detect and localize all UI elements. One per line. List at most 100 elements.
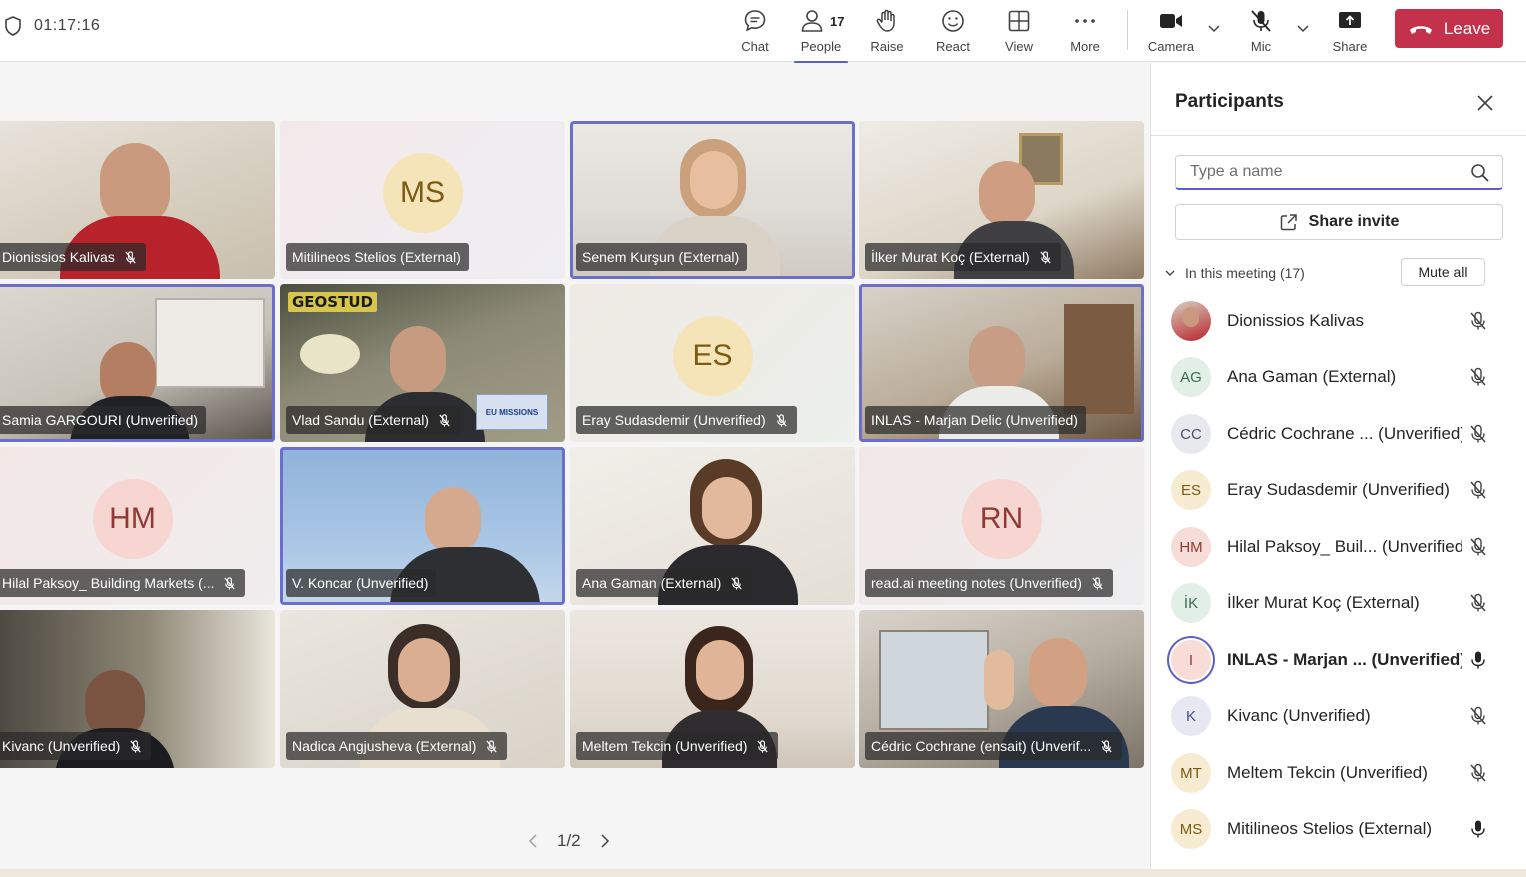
video-tile[interactable]: INLAS - Marjan Delic (Unverified) <box>859 284 1144 442</box>
video-tile[interactable]: Dionissios Kalivas <box>0 121 275 279</box>
participant-name: İlker Murat Koç (External) <box>1227 593 1420 612</box>
chat-button[interactable]: Chat <box>722 4 788 60</box>
raise-hand-button[interactable]: Raise <box>854 4 920 60</box>
chevron-down-icon <box>1165 270 1175 276</box>
participant-name-tag: Mitilineos Stelios (External) <box>286 243 469 271</box>
mic-off-icon[interactable] <box>1467 762 1489 784</box>
camera-options-chevron-icon[interactable] <box>1204 18 1224 38</box>
mic-off-icon[interactable] <box>1467 536 1489 558</box>
participant-row[interactable]: CC Cédric Cochrane ... (Unverified) <box>1171 409 1501 459</box>
participant-row[interactable]: ES Eray Sudasdemir (Unverified) <box>1171 465 1501 515</box>
mic-icon[interactable] <box>1467 818 1489 840</box>
avatar: HM <box>92 479 173 559</box>
participant-name: Dionissios Kalivas <box>1227 311 1364 330</box>
mic-off-icon[interactable] <box>1467 423 1489 445</box>
section-label: In this meeting (17) <box>1185 265 1305 281</box>
avatar: MS <box>1171 809 1211 849</box>
mic-off-icon[interactable] <box>1467 479 1489 501</box>
mic-off-icon[interactable] <box>1467 592 1489 614</box>
video-tile[interactable]: İlker Murat Koç (External) <box>859 121 1144 279</box>
video-tile[interactable]: Nadica Angjusheva (External) <box>280 610 565 768</box>
participant-row[interactable]: MT Meltem Tekcin (Unverified) <box>1171 748 1501 798</box>
participant-name-tag: INLAS - Marjan Delic (Unverified) <box>865 406 1086 434</box>
mic-button[interactable]: Mic <box>1228 4 1294 60</box>
close-icon[interactable] <box>1473 91 1497 115</box>
participant-row[interactable]: K Kivanc (Unverified) <box>1171 691 1501 741</box>
search-input[interactable] <box>1190 156 1470 187</box>
video-tile[interactable]: RN read.ai meeting notes (Unverified) <box>859 447 1144 605</box>
panel-divider <box>1151 135 1526 136</box>
react-button[interactable]: React <box>920 4 986 60</box>
mic-off-icon <box>775 413 787 427</box>
video-tile[interactable]: HM Hilal Paksoy_ Building Markets (... <box>0 447 275 605</box>
mic-off-icon[interactable] <box>1467 366 1489 388</box>
participant-name-tag: Eray Sudasdemir (Unverified) <box>576 406 797 434</box>
grid-pager: 1/2 <box>525 831 613 851</box>
tile-name: Kivanc (Unverified) <box>2 738 121 754</box>
mic-off-icon[interactable] <box>1467 705 1489 727</box>
mic-off-icon[interactable] <box>1467 310 1489 332</box>
participant-name-tag: V. Koncar (Unverified) <box>286 569 437 597</box>
mic-icon[interactable] <box>1467 649 1489 671</box>
avatar <box>1171 301 1211 341</box>
people-button[interactable]: 17 People <box>788 4 854 64</box>
participant-name-tag: Meltem Tekcin (Unverified) <box>576 732 779 760</box>
participant-name-tag: Ana Gaman (External) <box>576 569 753 597</box>
raise-hand-icon <box>876 9 895 32</box>
react-label: React <box>936 39 970 54</box>
meeting-toolbar: 01:17:16 Chat 17 People Raise React View… <box>0 0 1526 64</box>
participant-row[interactable]: HM Hilal Paksoy_ Buil... (Unverified) <box>1171 522 1501 572</box>
share-button[interactable]: Share <box>1317 4 1383 60</box>
view-button[interactable]: View <box>986 4 1052 60</box>
tile-name: Dionissios Kalivas <box>2 249 115 265</box>
tile-name: Cédric Cochrane (ensait) (Unverif... <box>871 738 1092 754</box>
participant-name-tag: Senem Kurşun (External) <box>576 243 748 271</box>
camera-button[interactable]: Camera <box>1138 4 1204 60</box>
participant-name: Kivanc (Unverified) <box>1227 706 1371 725</box>
video-tile[interactable]: Senem Kurşun (External) <box>570 121 855 279</box>
participant-row[interactable]: İK İlker Murat Koç (External) <box>1171 578 1501 628</box>
participant-row[interactable]: Dionissios Kalivas <box>1171 296 1501 346</box>
mic-off-icon <box>125 250 136 264</box>
participant-name-tag: Cédric Cochrane (ensait) (Unverif... <box>865 732 1123 760</box>
share-invite-label: Share invite <box>1308 213 1400 230</box>
mic-options-chevron-icon[interactable] <box>1293 18 1313 38</box>
video-tile[interactable]: ES Eray Sudasdemir (Unverified) <box>570 284 855 442</box>
video-tile[interactable]: Cédric Cochrane (ensait) (Unverif... <box>859 610 1144 768</box>
tile-name: read.ai meeting notes (Unverified) <box>871 575 1082 591</box>
chevron-right-icon[interactable] <box>595 832 613 850</box>
panel-title: Participants <box>1175 91 1284 112</box>
toolbar-divider <box>1127 10 1128 50</box>
participant-row[interactable]: MS Mitilineos Stelios (External) <box>1171 804 1501 854</box>
participant-row[interactable]: AG Ana Gaman (External) <box>1171 352 1501 402</box>
mic-off-icon <box>130 739 141 753</box>
meeting-timer-area: 01:17:16 <box>4 16 100 36</box>
share-invite-button[interactable]: Share invite <box>1175 204 1503 240</box>
participant-row[interactable]: I INLAS - Marjan ... (Unverified) <box>1171 635 1501 685</box>
tile-name: Mitilineos Stelios (External) <box>292 249 461 265</box>
chevron-left-icon[interactable] <box>525 832 543 850</box>
avatar: CC <box>1171 414 1211 454</box>
chat-label: Chat <box>741 39 769 54</box>
video-tile[interactable]: V. Koncar (Unverified) <box>280 447 565 605</box>
smiley-icon <box>942 10 964 32</box>
video-tile[interactable]: Ana Gaman (External) <box>570 447 855 605</box>
avatar: HM <box>1171 527 1211 567</box>
avatar: İK <box>1171 583 1211 623</box>
leave-button[interactable]: Leave <box>1395 9 1503 48</box>
tile-name: İlker Murat Koç (External) <box>871 249 1030 265</box>
people-icon <box>801 10 823 32</box>
participant-name: Cédric Cochrane ... (Unverified) <box>1227 424 1462 443</box>
video-tile[interactable]: GEOSTUD EU MISSIONS Vlad Sandu (External… <box>280 284 565 442</box>
video-tile[interactable]: Kivanc (Unverified) <box>0 610 275 768</box>
video-grid: Dionissios Kalivas MS Mitilineos Stelios… <box>0 63 1150 873</box>
participant-name-tag: Vlad Sandu (External) <box>286 406 460 434</box>
video-tile[interactable]: Samia GARGOURI (Unverified) <box>0 284 275 442</box>
avatar: RN <box>961 479 1042 559</box>
video-tile[interactable]: Meltem Tekcin (Unverified) <box>570 610 855 768</box>
meeting-section-header[interactable]: In this meeting (17) Mute all <box>1163 258 1503 288</box>
mute-all-button[interactable]: Mute all <box>1401 258 1485 286</box>
more-button[interactable]: More <box>1052 4 1118 60</box>
video-tile[interactable]: MS Mitilineos Stelios (External) <box>280 121 565 279</box>
meeting-timer: 01:17:16 <box>34 17 101 34</box>
